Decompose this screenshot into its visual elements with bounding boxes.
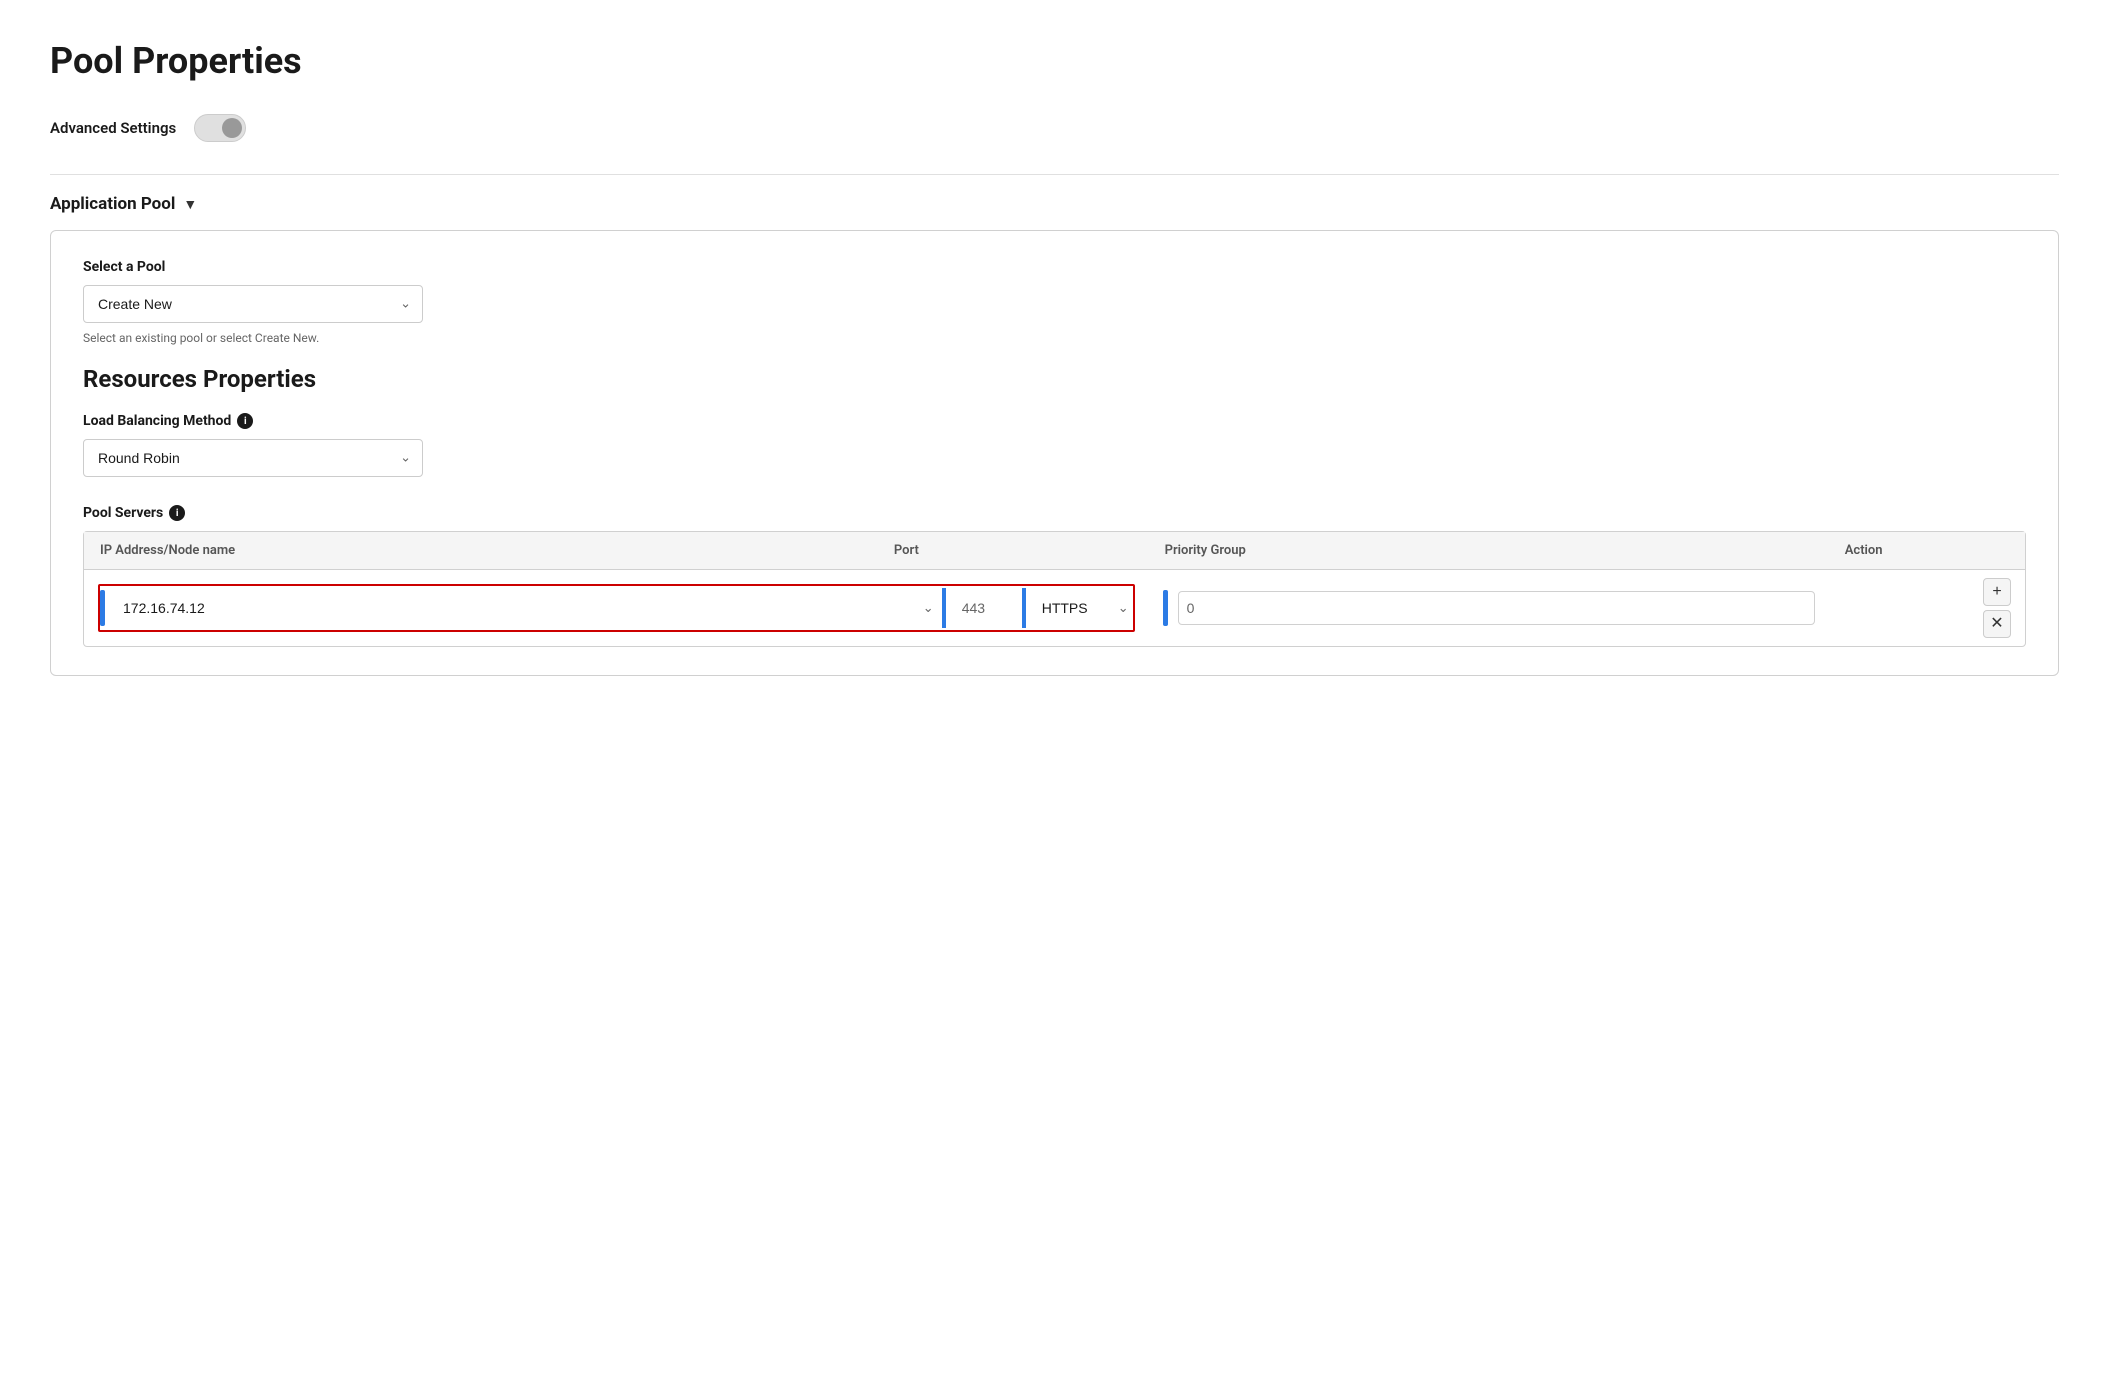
load-balancing-label: Load Balancing Method i (83, 413, 2026, 429)
application-pool-section-header[interactable]: Application Pool ▼ (50, 194, 2059, 214)
resources-properties-title: Resources Properties (83, 365, 2026, 393)
ip-blue-bar (100, 590, 105, 626)
port-segment (942, 588, 1022, 628)
priority-group-input[interactable] (1178, 591, 1815, 625)
remove-row-button[interactable]: ✕ (1983, 610, 2011, 638)
ip-select-wrapper: 172.16.74.12 (115, 592, 921, 624)
load-balancing-dropdown[interactable]: Round Robin Least Connections IP Hash (83, 439, 423, 477)
ip-port-protocol-highlight: 172.16.74.12 ⌄ (98, 584, 1135, 632)
add-row-button[interactable]: + (1983, 578, 2011, 606)
port-input[interactable] (954, 592, 1014, 624)
table-header-row: IP Address/Node name Port Priority Group… (84, 532, 2025, 570)
protocol-chevron-icon: ⌄ (1118, 601, 1129, 616)
section-divider (50, 174, 2059, 175)
ip-port-protocol-cell: 172.16.74.12 ⌄ (84, 570, 1149, 646)
pool-servers-table: IP Address/Node name Port Priority Group… (83, 531, 2026, 647)
col-header-port: Port (878, 532, 1149, 570)
ip-segment: 172.16.74.12 ⌄ (100, 586, 942, 630)
main-card: Select a Pool Create New Pool A Pool B ⌄… (50, 230, 2059, 676)
advanced-settings-label: Advanced Settings (50, 119, 176, 137)
select-pool-field: Select a Pool Create New Pool A Pool B ⌄… (83, 259, 2026, 345)
load-balancing-wrapper: Round Robin Least Connections IP Hash ⌄ (83, 439, 423, 477)
protocol-dropdown[interactable]: HTTPS HTTP TCP (1034, 592, 1116, 624)
protocol-segment: HTTPS HTTP TCP ⌄ (1022, 588, 1133, 628)
protocol-select-wrapper: HTTPS HTTP TCP (1034, 592, 1116, 624)
select-pool-dropdown[interactable]: Create New Pool A Pool B (83, 285, 423, 323)
priority-blue-bar (1163, 590, 1168, 626)
load-balancing-field: Load Balancing Method i Round Robin Leas… (83, 413, 2026, 477)
ip-chevron-icon: ⌄ (923, 601, 934, 616)
advanced-settings-row: Advanced Settings (50, 114, 2059, 142)
select-pool-wrapper: Create New Pool A Pool B ⌄ (83, 285, 423, 323)
select-pool-hint: Select an existing pool or select Create… (83, 331, 2026, 345)
action-cell: + ✕ (1829, 570, 2025, 646)
ip-address-dropdown[interactable]: 172.16.74.12 (115, 592, 921, 624)
load-balancing-info-icon[interactable]: i (237, 413, 253, 429)
pool-servers-info-icon[interactable]: i (169, 505, 185, 521)
col-header-ip: IP Address/Node name (84, 532, 878, 570)
priority-group-inner (1163, 590, 1815, 626)
toggle-knob (222, 118, 242, 138)
application-pool-chevron-icon: ▼ (183, 196, 197, 213)
select-pool-label: Select a Pool (83, 259, 2026, 275)
page-title: Pool Properties (50, 40, 2059, 82)
col-header-priority: Priority Group (1149, 532, 1829, 570)
priority-group-cell (1149, 570, 1829, 646)
col-header-action: Action (1829, 532, 2025, 570)
action-buttons: + ✕ (1843, 578, 2011, 638)
table-row: 172.16.74.12 ⌄ (84, 570, 2025, 646)
pool-servers-label: Pool Servers i (83, 505, 2026, 521)
pool-servers-section: Pool Servers i IP Address/Node name Port… (83, 505, 2026, 647)
application-pool-label: Application Pool (50, 194, 175, 214)
advanced-settings-toggle[interactable] (194, 114, 246, 142)
